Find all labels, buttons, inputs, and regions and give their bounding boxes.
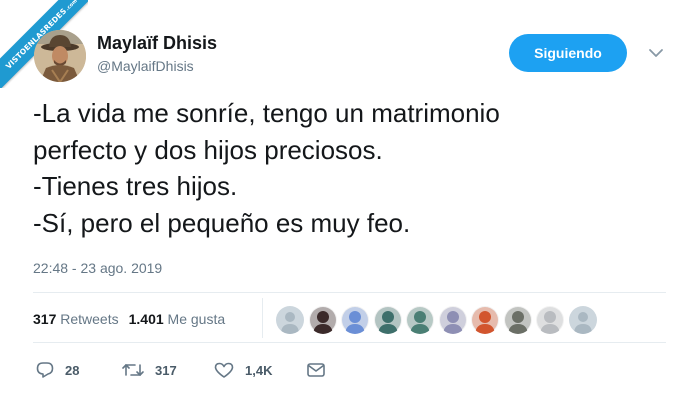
avatar[interactable]: [34, 30, 86, 82]
chevron-down-icon[interactable]: [647, 46, 665, 60]
like-count: 1,4K: [245, 362, 273, 378]
envelope-icon: [306, 361, 326, 379]
retweet-count: 317: [155, 362, 177, 378]
retweet-icon: [121, 361, 145, 379]
likes-stat[interactable]: 1.401 Me gusta: [129, 311, 226, 327]
tweet-line: -Tienes tres hijos.: [33, 171, 238, 201]
liker-avatar[interactable]: [308, 306, 337, 334]
liker-avatar[interactable]: [471, 306, 499, 334]
divider: [262, 298, 263, 338]
liker-avatar[interactable]: [341, 306, 369, 334]
like-button[interactable]: 1,4K: [213, 361, 272, 379]
liker-avatar[interactable]: [438, 306, 467, 334]
liker-avatar[interactable]: [406, 306, 434, 334]
direct-message-button[interactable]: [306, 361, 326, 379]
liker-avatar[interactable]: [503, 306, 532, 334]
timestamp[interactable]: 22:48 - 23 ago. 2019: [33, 260, 162, 276]
reply-count: 28: [65, 362, 80, 378]
divider: [33, 292, 666, 293]
reply-icon: [35, 361, 55, 379]
display-name[interactable]: Maylaïf Dhisis: [97, 33, 217, 54]
liker-avatar[interactable]: [276, 306, 304, 334]
liker-avatar[interactable]: [373, 306, 402, 334]
divider: [33, 342, 666, 343]
tweet-text: -La vida me sonríe, tengo un matrimonio …: [33, 95, 673, 241]
retweet-button[interactable]: 317: [121, 361, 177, 379]
tweet-card: VISTOENLASREDES.com Maylaïf Dhisis @Mayl…: [0, 0, 700, 402]
tweet-line: -La vida me sonríe, tengo un matrimonio: [33, 98, 500, 128]
retweets-stat[interactable]: 317 Retweets: [33, 311, 119, 327]
user-handle[interactable]: @MaylaifDhisis: [97, 58, 194, 74]
liker-avatar[interactable]: [568, 306, 597, 334]
tweet-line: -Sí, pero el pequeño es muy feo.: [33, 207, 411, 238]
following-button[interactable]: Siguiendo: [509, 34, 627, 72]
heart-icon: [213, 361, 235, 379]
tweet-line: perfecto y dos hijos preciosos.: [33, 134, 383, 165]
engagement-stats: 317 Retweets 1.401 Me gusta: [33, 311, 225, 327]
liker-avatar[interactable]: [536, 306, 564, 334]
liker-avatars: [276, 306, 601, 334]
reply-button[interactable]: 28: [35, 361, 79, 379]
